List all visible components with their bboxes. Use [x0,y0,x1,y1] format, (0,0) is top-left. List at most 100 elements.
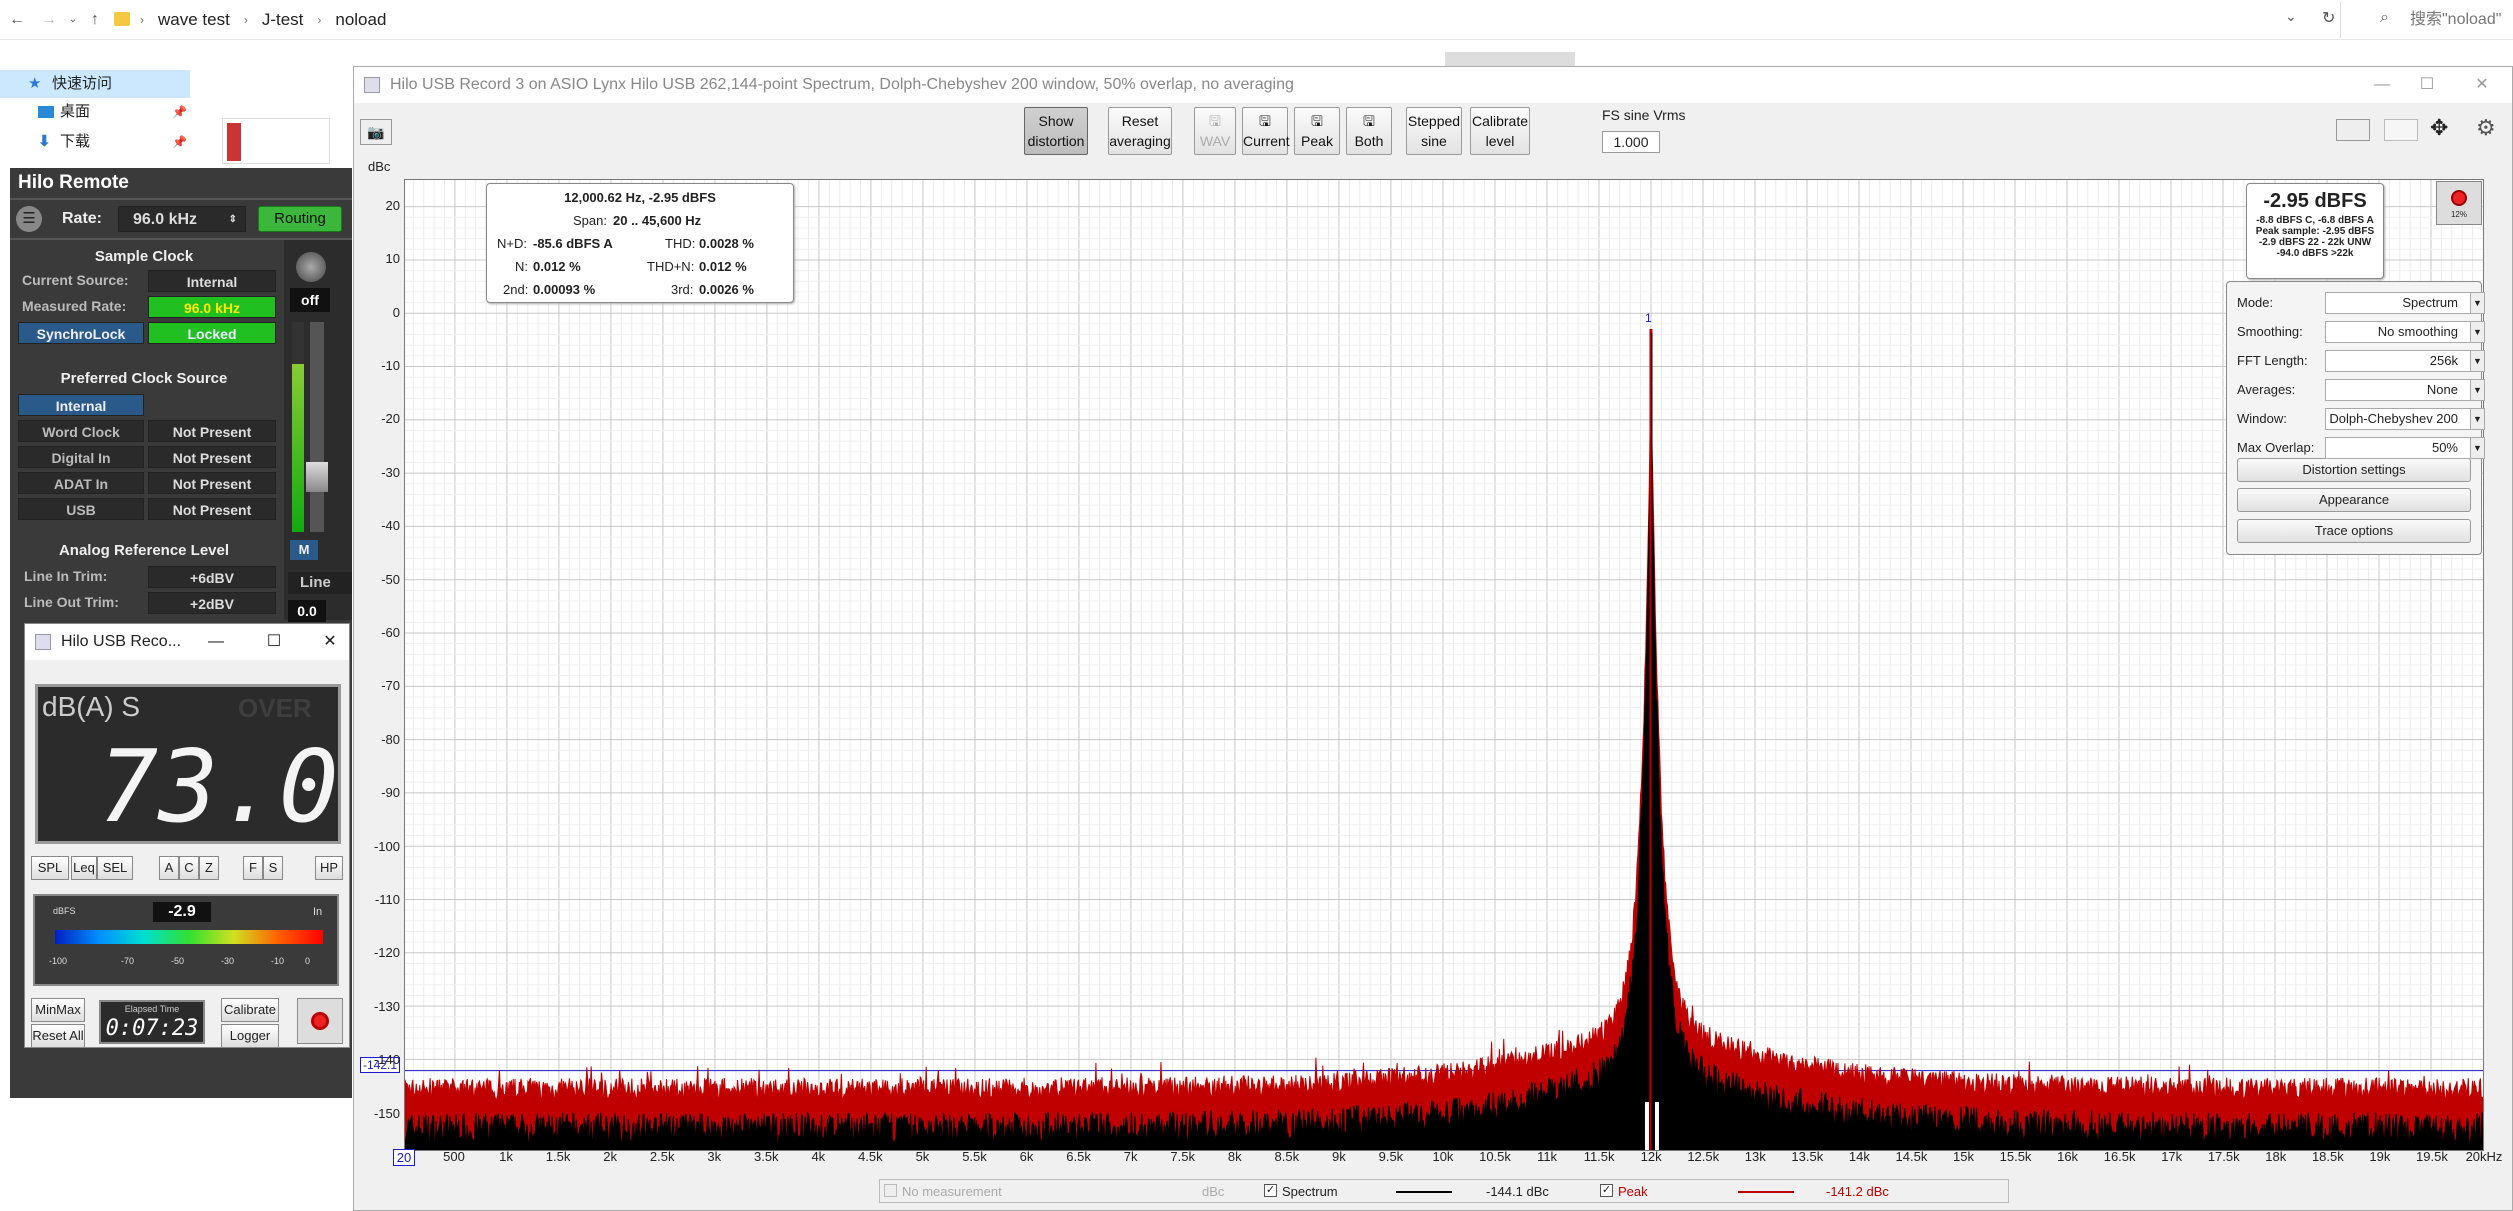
x-tick-label: 15.5k [1999,1149,2032,1164]
sidebar-item-desktop[interactable]: 桌面 📌 [0,98,190,126]
control-select[interactable]: Spectrum ▼ [2325,292,2485,314]
control-select[interactable]: None ▼ [2325,379,2485,401]
notch-gap [1644,1102,1649,1150]
reset-all-button[interactable]: Reset All [31,1024,85,1048]
up-arrow-icon[interactable]: ↑ [84,8,106,32]
synchrolock-button[interactable]: SynchroLock [18,322,144,344]
control-select[interactable]: 50% ▼ [2325,437,2485,459]
spl-record-button[interactable] [297,998,343,1044]
spectrum-plot[interactable] [404,179,2484,1151]
dropdown-arrow-icon[interactable]: ▼ [2470,293,2484,313]
dropdown-arrow-icon[interactable]: ▼ [2470,438,2484,458]
peak-checkbox[interactable]: ✓ [1600,1184,1613,1197]
y-tick-label: -140 [373,1052,400,1068]
fit-arrows-icon[interactable]: ✥ [2430,115,2448,141]
control-row: Averages: None ▼ [2237,377,2485,403]
dropdown-arrow-icon[interactable]: ▼ [2470,409,2484,429]
spl-mode-button-c[interactable]: C [179,856,199,880]
save-peak-button[interactable]: 🖫 Peak [1294,107,1340,155]
nd-label: N+D: [497,236,527,251]
maximize-icon[interactable]: ☐ [259,624,289,660]
mute-button[interactable]: M [290,540,318,560]
record-button[interactable]: 12% [2436,181,2482,225]
spl-mode-button-z[interactable]: Z [199,856,219,880]
dropdown-arrow-icon[interactable]: ▼ [2470,351,2484,371]
control-select[interactable]: No smoothing ▼ [2325,321,2485,343]
search-input[interactable]: 搜索"noload" [2410,6,2513,34]
record-percent: 12% [2450,210,2467,219]
appearance-button[interactable]: Appearance [2237,488,2471,512]
clock-source-button[interactable]: Digital In [18,446,144,468]
refresh-icon[interactable]: ↻ [2322,8,2335,28]
trace-options-button[interactable]: Trace options [2237,519,2471,543]
stepped-sine-button[interactable]: Stepped sine [1406,107,1462,155]
clock-source-button[interactable]: Word Clock [18,420,144,442]
knob-icon[interactable] [296,252,326,282]
calibrate-level-button[interactable]: Calibrate level [1470,107,1530,155]
chevron-down-icon[interactable]: ⌄ [2285,8,2297,25]
breadcrumb-item-wave-test[interactable]: wave test [158,10,230,30]
preferred-clock-heading: Preferred Clock Source [60,370,228,387]
calibrate-button[interactable]: Calibrate [221,998,279,1022]
sidebar-item-downloads[interactable]: ⬇ 下载 📌 [0,128,190,156]
close-icon[interactable]: ✕ [315,624,345,660]
dropdown-arrow-icon[interactable]: ▼ [2470,322,2484,342]
y-tick-label: -80 [381,731,400,747]
maximize-icon[interactable]: ☐ [2399,67,2455,103]
recent-chevron-icon[interactable]: ⌄ [62,8,84,32]
wav-button[interactable]: 🖫 WAV [1194,107,1236,155]
file-thumbnail[interactable] [222,118,330,164]
rate-select[interactable]: 96.0 kHz ⇕ [118,206,246,232]
gear-icon[interactable]: ⚙ [2476,115,2496,141]
forward-arrow-icon[interactable]: → [38,8,60,32]
peak-line-swatch [1738,1191,1794,1193]
distortion-settings-button[interactable]: Distortion settings [2237,458,2471,482]
layout-icon[interactable] [2336,119,2370,141]
line-in-trim-select[interactable]: +6dBV [148,566,276,588]
x-tick-label: 4k [811,1149,826,1164]
reset-averaging-button[interactable]: Reset averaging [1108,107,1172,155]
sidebar-item-quick-access[interactable]: ★ 快速访问 [0,70,190,98]
download-icon: ⬇ [38,133,51,150]
control-select[interactable]: 256k ▼ [2325,350,2485,372]
spl-mode-button-leq[interactable]: Leq [71,856,97,880]
logger-button[interactable]: Logger [221,1024,279,1048]
spl-mode-button-a[interactable]: A [159,856,179,880]
scrollbar-thumb[interactable] [1445,52,1575,66]
line-out-trim-select[interactable]: +2dBV [148,592,276,614]
elapsed-label: Elapsed Time [124,1004,180,1014]
clock-source-button[interactable]: ADAT In [18,472,144,494]
close-icon[interactable]: ✕ [2454,67,2510,103]
internal-clock-button[interactable]: Internal [18,394,144,416]
grid-icon[interactable] [2384,119,2418,141]
fader-handle[interactable] [306,462,328,492]
routing-button[interactable]: Routing [258,206,342,232]
fs-sine-input[interactable]: 1.000 [1602,131,1660,153]
minimize-icon[interactable]: — [201,624,231,660]
spl-mode-button-spl[interactable]: SPL [31,856,69,880]
spl-mode-button-sel[interactable]: SEL [97,856,133,880]
distortion-info-box[interactable]: 12,000.62 Hz, -2.95 dBFS Span: 20 .. 45,… [486,183,794,303]
control-select[interactable]: Dolph-Chebyshev 200 ▼ [2325,408,2485,430]
camera-icon[interactable]: 📷 [360,119,392,145]
dropdown-arrow-icon[interactable]: ▼ [2470,380,2484,400]
breadcrumb-item-noload[interactable]: noload [335,10,386,30]
breadcrumb-item-j-test[interactable]: J-test [262,10,304,30]
back-arrow-icon[interactable]: ← [6,8,28,32]
meter-tick-label: -70 [121,956,135,966]
spl-mode-button-s[interactable]: S [263,856,283,880]
spectrum-checkbox[interactable]: ✓ [1264,1184,1277,1197]
spl-mode-button-f[interactable]: F [243,856,263,880]
save-current-button[interactable]: 🖫 Current [1242,107,1290,155]
spl-mode-button-hp[interactable]: HP [315,856,343,880]
menu-icon[interactable]: ☰ [16,206,42,232]
save-both-button[interactable]: 🖫 Both [1346,107,1392,155]
meter-label: dBFS [53,906,76,916]
nd-value: -85.6 dBFS A [533,236,613,251]
save-icon: 🖫 [1311,113,1323,129]
minmax-button[interactable]: MinMax [31,998,85,1022]
off-button[interactable]: off [290,288,330,312]
clock-source-button[interactable]: USB [18,498,144,520]
show-distortion-button[interactable]: Show distortion [1024,107,1088,155]
no-measurement-checkbox[interactable] [884,1184,897,1197]
